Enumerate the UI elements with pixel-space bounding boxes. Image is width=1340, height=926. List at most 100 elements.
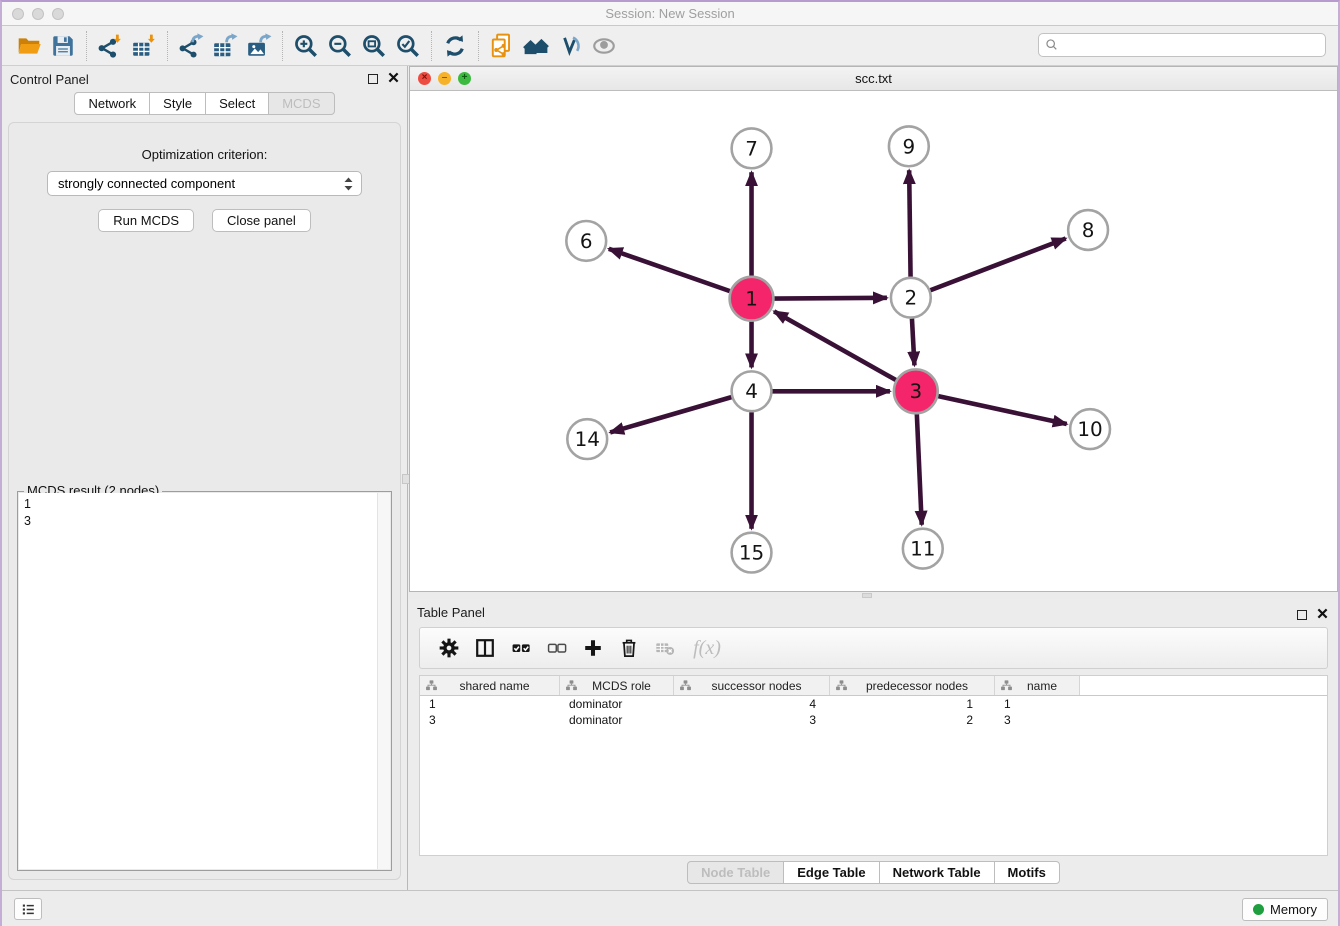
memory-button[interactable]: Memory [1242,898,1328,921]
hierarchy-icon [1000,679,1013,692]
cell-shared-name[interactable]: 1 [420,696,560,712]
column-header-successor-nodes[interactable]: successor nodes [674,676,830,695]
horizontal-splitter-grip[interactable] [862,593,872,598]
float-panel-icon[interactable] [368,74,378,84]
memory-label: Memory [1270,902,1317,917]
edge-2-8[interactable] [930,239,1065,291]
cell-predecessor-nodes[interactable]: 2 [830,712,995,728]
zoom-out-button[interactable] [323,31,357,61]
select-all-button[interactable] [506,633,536,663]
edge-3-1[interactable] [774,311,896,380]
tab-network[interactable]: Network [74,92,150,115]
save-session-icon [50,33,76,59]
tab-motifs[interactable]: Motifs [994,861,1060,884]
edge-1-2[interactable] [774,298,887,299]
search-input[interactable] [1060,35,1325,55]
network-window-titlebar: × – + scc.txt [410,67,1337,91]
clone-network-button[interactable] [485,31,519,61]
save-session-button[interactable] [46,31,80,61]
table-settings-button[interactable] [434,633,464,663]
import-network-button[interactable] [93,31,127,61]
delete-table-button [650,633,680,663]
select-arrows-icon [342,176,355,192]
tab-style[interactable]: Style [149,92,206,115]
hierarchy-icon [565,679,578,692]
node-label-2: 2 [905,287,918,310]
run-mcds-button[interactable]: Run MCDS [98,209,194,232]
cell-name[interactable]: 3 [995,712,1080,728]
close-table-panel-icon[interactable] [1317,606,1328,624]
zoom-selected-button[interactable] [391,31,425,61]
edge-1-6[interactable] [609,249,730,291]
network-canvas[interactable]: 7968124314101511 [410,91,1337,591]
cell-successor-nodes[interactable]: 3 [674,712,830,728]
edge-2-9[interactable] [909,170,910,277]
status-bar: Memory [2,890,1338,926]
network-graph[interactable]: 7968124314101511 [410,91,1337,591]
node-label-3: 3 [909,380,922,403]
open-session-icon [16,33,42,59]
node-table[interactable]: shared nameMCDS rolesuccessor nodesprede… [419,675,1328,856]
mcds-result-scrollbar[interactable] [377,493,390,869]
zoom-in-button[interactable] [289,31,323,61]
export-image-button[interactable] [242,31,276,61]
first-neighbors-button[interactable] [519,31,553,61]
table-row[interactable]: 3dominator323 [420,712,1327,728]
apply-layout-button[interactable] [438,31,472,61]
hierarchy-icon [835,679,848,692]
horizontal-splitter[interactable] [409,592,1338,599]
zoom-selected-icon [395,33,421,59]
column-header-predecessor-nodes[interactable]: predecessor nodes [830,676,995,695]
export-image-icon [246,33,272,59]
zoom-fit-button[interactable] [357,31,391,61]
close-panel-button[interactable]: Close panel [212,209,311,232]
tab-mcds[interactable]: MCDS [268,92,334,115]
edge-3-10[interactable] [938,396,1067,424]
import-table-button[interactable] [127,31,161,61]
hide-panel-button[interactable] [553,31,587,61]
export-network-button[interactable] [174,31,208,61]
column-header-shared-name[interactable]: shared name [420,676,560,695]
add-entry-button[interactable] [578,633,608,663]
float-table-panel-icon[interactable] [1297,610,1307,620]
tab-edge-table[interactable]: Edge Table [783,861,879,884]
edge-4-14[interactable] [610,397,731,432]
export-network-icon [178,33,204,59]
cell-name[interactable]: 1 [995,696,1080,712]
table-row[interactable]: 1dominator411 [420,696,1327,712]
search-box[interactable] [1038,33,1326,57]
deselect-all-button[interactable] [542,633,572,663]
tab-select[interactable]: Select [205,92,269,115]
column-header-name[interactable]: name [995,676,1080,695]
control-panel: Control Panel NetworkStyleSelectMCDS Opt… [2,66,408,890]
close-panel-icon[interactable] [388,70,399,88]
edge-3-11[interactable] [917,414,922,525]
cell-predecessor-nodes[interactable]: 1 [830,696,995,712]
node-label-11: 11 [910,538,935,561]
tab-network-table[interactable]: Network Table [879,861,995,884]
cell-MCDS-role[interactable]: dominator [560,712,674,728]
show-panels-button[interactable] [14,898,42,920]
node-label-14: 14 [575,428,600,451]
zoom-in-icon [293,33,319,59]
open-session-button[interactable] [12,31,46,61]
control-panel-header: Control Panel [2,66,407,92]
split-panel-button[interactable] [470,633,500,663]
edge-2-3[interactable] [912,319,914,366]
node-label-7: 7 [745,137,758,160]
node-label-15: 15 [739,542,764,565]
cell-successor-nodes[interactable]: 4 [674,696,830,712]
function-builder-label: f(x) [693,637,721,660]
cell-shared-name[interactable]: 3 [420,712,560,728]
hide-panel-icon [557,33,583,59]
tab-node-table[interactable]: Node Table [687,861,784,884]
export-table-button[interactable] [208,31,242,61]
show-graphics-button [587,31,621,61]
node-label-6: 6 [580,230,593,253]
delete-entry-button[interactable] [614,633,644,663]
node-label-4: 4 [745,380,758,403]
optimization-select[interactable]: strongly connected component [47,171,362,196]
mcds-result-text[interactable]: 1 3 [19,493,377,869]
column-header-MCDS-role[interactable]: MCDS role [560,676,674,695]
cell-MCDS-role[interactable]: dominator [560,696,674,712]
